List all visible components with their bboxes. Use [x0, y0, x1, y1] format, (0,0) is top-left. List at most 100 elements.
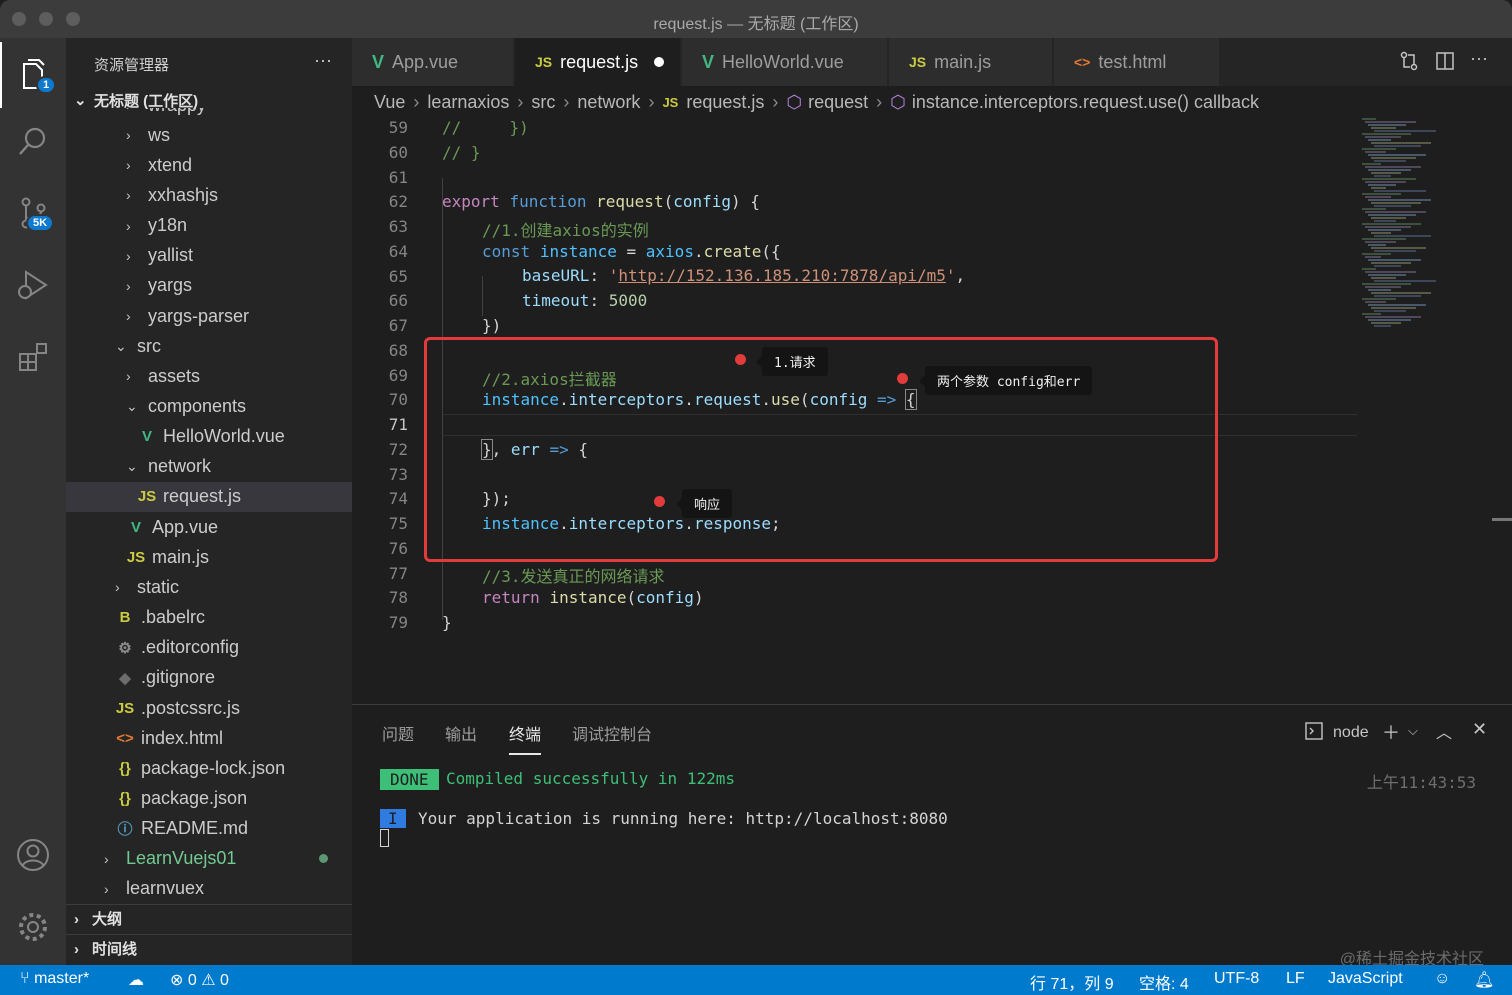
tree-folder[interactable]: › yargs-parser	[66, 301, 352, 331]
language-mode[interactable]: JavaScript	[1328, 970, 1403, 988]
minimap-line	[1368, 319, 1411, 321]
timeline-label: 时间线	[92, 941, 138, 958]
tab-helloworld-vue[interactable]: V HelloWorld.vue	[682, 38, 888, 86]
minimap-line	[1362, 118, 1376, 120]
bell-icon[interactable]: 🔔︎	[1474, 970, 1494, 990]
explorer-sidebar: 资源管理器 ··· ⌄ 无标题 (工作区) ›wrappy›ws›xtend›x…	[66, 38, 352, 965]
title-bar: request.js — 无标题 (工作区)	[0, 0, 1512, 38]
tree-folder[interactable]: › wrappy	[66, 108, 352, 120]
minimap-line	[1368, 214, 1416, 216]
minimap-line	[1371, 307, 1416, 309]
minimap-line	[1365, 316, 1421, 318]
breadcrumb-item[interactable]: learnaxios	[427, 92, 509, 113]
tree-folder[interactable]: › yargs	[66, 271, 352, 301]
breadcrumb-item[interactable]: instance.interceptors.request.use() call…	[912, 92, 1259, 113]
compare-changes-icon[interactable]	[1398, 50, 1420, 77]
indentation-status[interactable]: 空格: 4	[1139, 970, 1189, 994]
tree-item-label: components	[148, 396, 247, 416]
tab-problems[interactable]: 问题	[382, 721, 414, 745]
tree-item-label: .editorconfig	[141, 637, 240, 658]
minimap-line	[1368, 124, 1406, 126]
tree-file[interactable]: {} package-lock.json	[66, 753, 352, 783]
problems-status[interactable]: ⊗ 0 ⚠ 0	[170, 970, 229, 990]
tree-file[interactable]: ⓘ README.md	[66, 814, 352, 844]
tree-folder[interactable]: › xxhashjs	[66, 180, 352, 210]
explorer-activity[interactable]: 1	[0, 42, 66, 108]
tree-folder[interactable]: ⌄ network	[66, 452, 352, 482]
tree-folder[interactable]: ⌄ components	[66, 392, 352, 422]
tree-file[interactable]: JS request.js	[66, 481, 352, 512]
code-editor[interactable]: 59 60 61 62 63 64 65 66 67 68 69 70 71 72 73 74 75 76 77 78…	[352, 118, 1512, 704]
settings-activity[interactable]	[0, 894, 66, 960]
branch-status[interactable]: ⑂ master*	[20, 970, 89, 988]
feedback-icon[interactable]: ☺	[1434, 970, 1450, 988]
tree-folder[interactable]: › static	[66, 572, 352, 602]
tree-folder[interactable]: › y18n	[66, 211, 352, 241]
extensions-activity[interactable]	[0, 324, 66, 390]
tree-folder[interactable]: ⌄ src	[66, 331, 352, 361]
tab-terminal[interactable]: 终端	[509, 721, 542, 755]
tab-test-html[interactable]: <> test.html	[1054, 38, 1220, 86]
sync-icon[interactable]: ☁	[128, 970, 144, 990]
annotation-dot	[897, 373, 908, 384]
tab-main-js[interactable]: JS main.js	[889, 38, 1053, 86]
tree-folder[interactable]: › xtend	[66, 150, 352, 180]
encoding-status[interactable]: UTF-8	[1214, 970, 1259, 988]
minimap[interactable]	[1357, 118, 1497, 348]
split-editor-icon[interactable]	[1434, 50, 1456, 77]
search-activity[interactable]	[0, 108, 66, 174]
warning-icon: ⚠	[201, 972, 216, 989]
tree-file[interactable]: <> index.html	[66, 723, 352, 753]
outline-section[interactable]: › 大纲	[66, 904, 352, 934]
more-actions-icon[interactable]: ···	[1470, 48, 1488, 69]
breadcrumb-item[interactable]: src	[531, 92, 555, 113]
timeline-section[interactable]: › 时间线	[66, 934, 352, 964]
breadcrumb-item[interactable]: network	[577, 92, 640, 113]
chevron-right-icon: ›	[126, 308, 131, 325]
run-debug-activity[interactable]	[0, 252, 66, 318]
unsaved-dot-icon[interactable]	[654, 57, 665, 67]
breadcrumb-item[interactable]: request	[808, 92, 868, 113]
tree-folder[interactable]: › learnvuex	[66, 874, 352, 904]
chevron-down-icon[interactable]: ⌵	[1408, 723, 1418, 739]
tree-folder[interactable]: › ws	[66, 120, 352, 150]
tab-request-js[interactable]: JS request.js	[515, 38, 681, 86]
more-actions-icon[interactable]: ···	[314, 50, 332, 71]
line-number: 73	[388, 464, 408, 484]
modified-dot-icon	[319, 854, 328, 864]
tree-folder[interactable]: › yallist	[66, 241, 352, 271]
close-panel-icon[interactable]: ✕	[1472, 719, 1487, 740]
tab-output[interactable]: 输出	[445, 721, 477, 745]
tree-folder[interactable]: › assets	[66, 361, 352, 391]
tree-file[interactable]: {} package.json	[66, 783, 352, 813]
tree-file[interactable]: JS .postcssrc.js	[66, 693, 352, 723]
tree-item-label: xxhashjs	[148, 184, 219, 205]
maximize-panel-icon[interactable]: ︿	[1436, 719, 1452, 743]
cursor-position[interactable]: 行 71，列 9	[1030, 970, 1114, 994]
new-terminal-icon[interactable]: ＋	[1382, 719, 1400, 745]
tab-app-vue[interactable]: V App.vue	[352, 38, 514, 86]
minimap-line	[1362, 193, 1401, 195]
minimap-line	[1362, 163, 1381, 165]
tree-item-label: main.js	[152, 546, 210, 567]
tree-file[interactable]: ◆ .gitignore	[66, 663, 352, 693]
tree-file[interactable]: ⚙ .editorconfig	[66, 633, 352, 663]
eol-status[interactable]: LF	[1286, 970, 1305, 988]
tree-file[interactable]: V HelloWorld.vue	[66, 422, 352, 452]
tree-item-label: assets	[148, 365, 201, 386]
source-control-activity[interactable]: 5K	[0, 180, 66, 246]
breadcrumb-item[interactable]: request.js	[686, 92, 764, 113]
running-message[interactable]: Your application is running here: http:/…	[418, 809, 948, 828]
tab-debug-console[interactable]: 调试控制台	[572, 721, 652, 745]
accounts-activity[interactable]	[0, 822, 66, 888]
tree-item-label: yargs-parser	[148, 305, 250, 326]
tree-file[interactable]: JS main.js	[66, 542, 352, 572]
tree-file[interactable]: V App.vue	[66, 512, 352, 542]
terminal-selector[interactable]: node	[1304, 721, 1369, 742]
scrollbar-marker[interactable]	[1492, 518, 1512, 521]
tree-file[interactable]: B .babelrc	[66, 603, 352, 633]
tab-label: request.js	[560, 51, 639, 72]
tree-item-label: wrappy	[148, 108, 206, 116]
breadcrumb-item[interactable]: Vue	[374, 92, 405, 113]
tree-folder[interactable]: › LearnVuejs01	[66, 844, 352, 874]
